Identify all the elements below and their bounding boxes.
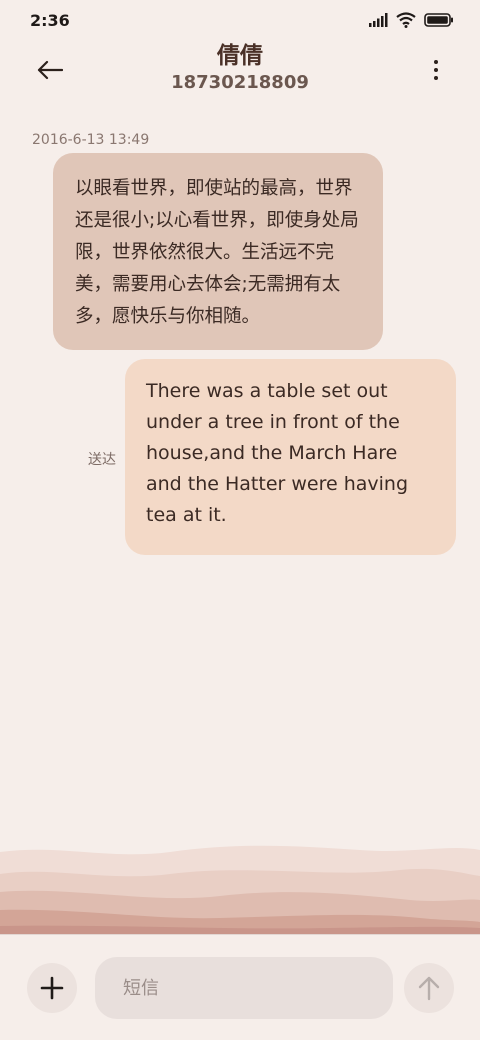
sms-input[interactable] xyxy=(95,957,393,1019)
battery-icon xyxy=(424,13,453,27)
send-arrow-up-icon xyxy=(418,976,440,1001)
back-arrow-icon xyxy=(37,60,63,80)
status-time: 2:36 xyxy=(30,11,70,30)
delivery-status: 送达 xyxy=(88,452,116,468)
plus-icon xyxy=(40,976,64,1000)
decorative-waves xyxy=(0,845,480,934)
conversation-header: 倩倩 18730218809 xyxy=(0,40,480,100)
back-button[interactable] xyxy=(30,52,70,88)
status-icons xyxy=(368,12,454,28)
more-vertical-icon xyxy=(434,60,438,64)
outgoing-message-bubble[interactable]: There was a table set out under a tree i… xyxy=(125,359,456,555)
wifi-icon xyxy=(396,12,416,28)
contact-title: 倩倩 18730218809 xyxy=(90,40,390,94)
contact-number: 18730218809 xyxy=(171,72,309,93)
message-composer xyxy=(0,934,480,1040)
incoming-message-bubble[interactable]: 以眼看世界，即使站的最高，世界还是很小;以心看世界，即使身处局限，世界依然很大。… xyxy=(53,153,383,350)
add-attachment-button[interactable] xyxy=(27,963,77,1013)
signal-icon xyxy=(369,13,388,27)
more-options-button[interactable] xyxy=(424,54,448,86)
send-button[interactable] xyxy=(404,963,454,1013)
contact-name: 倩倩 xyxy=(217,43,263,69)
status-bar: 2:36 xyxy=(0,0,480,40)
message-timestamp: 2016-6-13 13:49 xyxy=(32,132,150,148)
